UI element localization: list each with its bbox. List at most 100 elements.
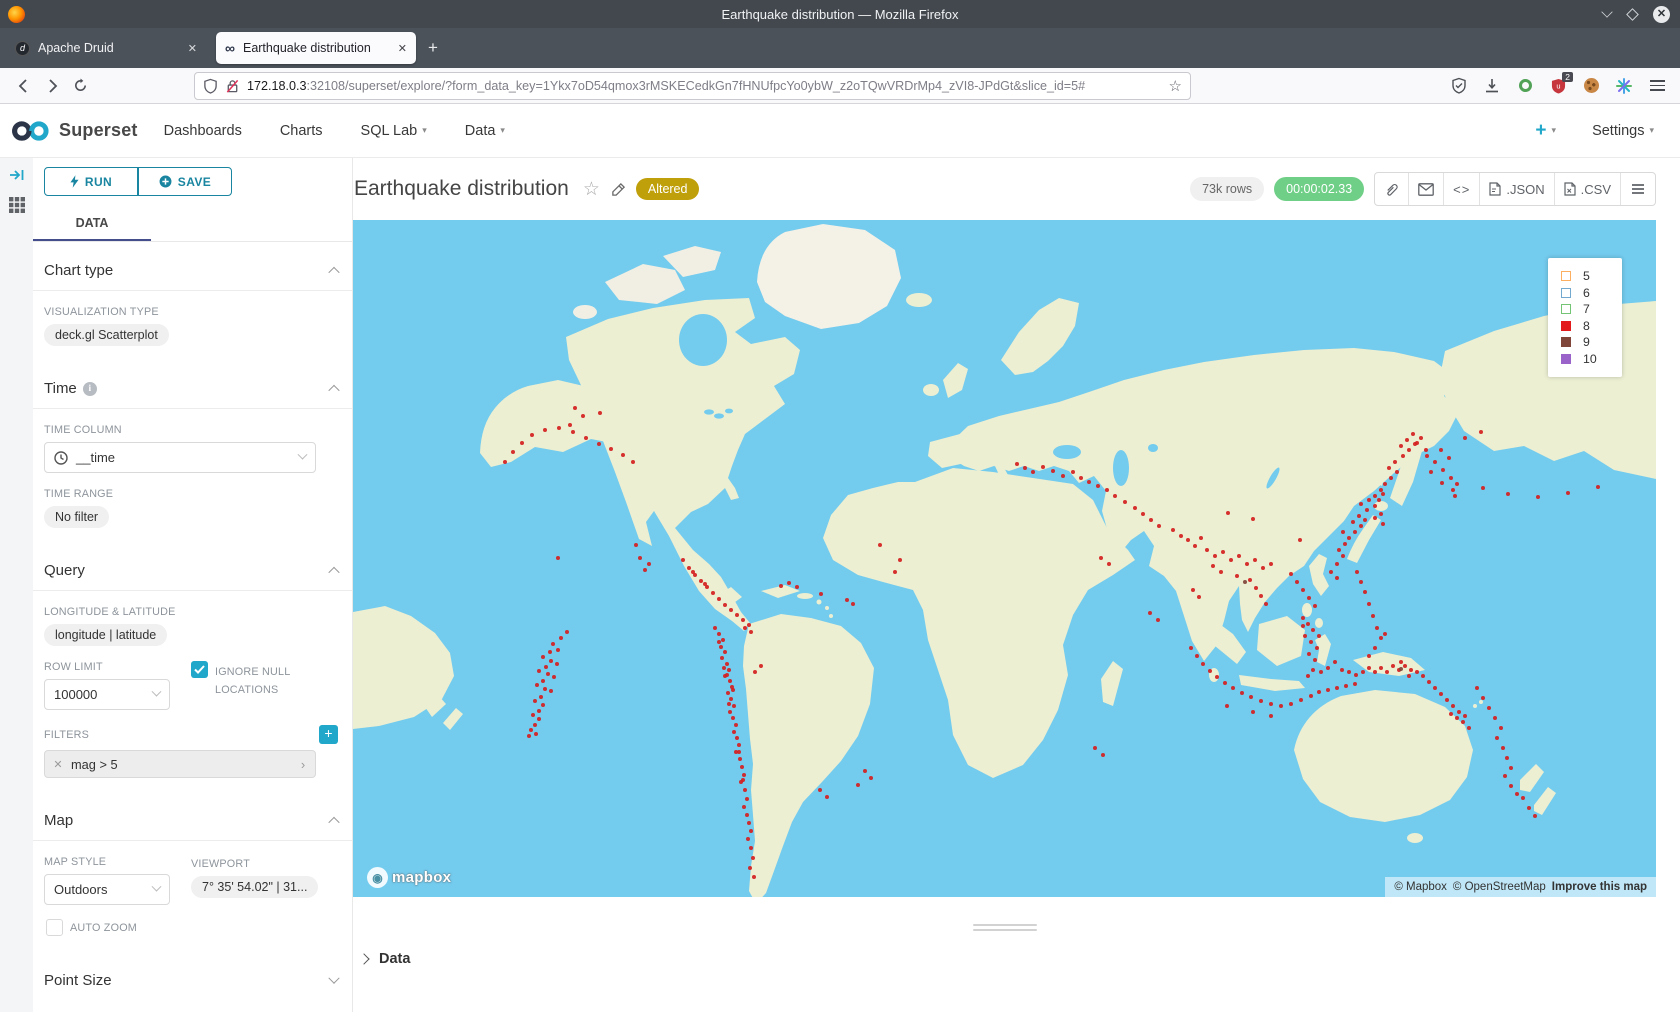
- tab-close-icon[interactable]: ✕: [398, 42, 407, 55]
- extension-badge: 2: [1562, 72, 1573, 82]
- deckgl-map[interactable]: 5 6 7 8 9 10 ◉ mapbox © Mapbox © OpenStr…: [353, 220, 1656, 897]
- section-map[interactable]: Map: [33, 792, 352, 841]
- reload-button[interactable]: [66, 72, 94, 100]
- lonlat-label: LONGITUDE & LATITUDE: [44, 606, 352, 618]
- nav-data[interactable]: Data▾: [465, 123, 505, 139]
- row-limit-select[interactable]: 100000: [44, 679, 170, 710]
- data-panel-header[interactable]: Data: [353, 951, 1656, 967]
- ignore-null-checkbox[interactable]: [191, 661, 208, 678]
- remove-filter-icon[interactable]: ✕: [45, 758, 71, 771]
- copy-link-button[interactable]: [1375, 173, 1409, 205]
- map-legend: 5 6 7 8 9 10: [1548, 258, 1622, 377]
- chevron-down-icon: [298, 450, 308, 460]
- chevron-right-icon[interactable]: ›: [291, 757, 315, 772]
- chevron-down-icon: [152, 882, 162, 892]
- tab-close-icon[interactable]: ✕: [188, 42, 197, 55]
- mapbox-pin-icon: ◉: [367, 867, 388, 888]
- cookie-icon[interactable]: [1582, 77, 1600, 95]
- filter-value: mag > 5: [71, 757, 291, 772]
- map-style-label: MAP STYLE: [44, 856, 191, 868]
- time-column-select[interactable]: __time: [44, 442, 316, 473]
- section-chart-type[interactable]: Chart type: [33, 242, 352, 291]
- tab-earthquake-distribution[interactable]: ∞ Earthquake distribution ✕: [216, 32, 416, 64]
- filters-label: FILTERS: [44, 729, 89, 741]
- email-button[interactable]: [1409, 173, 1444, 205]
- panel-resize-handle[interactable]: [973, 924, 1037, 934]
- legend-label: 7: [1583, 302, 1590, 316]
- section-time[interactable]: Timei: [33, 360, 352, 409]
- dataset-grid-icon[interactable]: [8, 196, 26, 214]
- ublock-shield-icon[interactable]: u 2: [1549, 77, 1567, 95]
- export-json-button[interactable]: .JSON: [1480, 173, 1554, 205]
- edit-pencil-icon[interactable]: [611, 182, 626, 197]
- legend-swatch: [1561, 337, 1571, 347]
- section-point-size[interactable]: Point Size: [33, 952, 352, 1000]
- time-range-value[interactable]: No filter: [44, 506, 109, 528]
- url-text: 172.18.0.3:32108/superset/explore/?form_…: [247, 79, 1162, 93]
- run-button[interactable]: RUN: [44, 167, 138, 196]
- expand-panel-icon[interactable]: [9, 168, 25, 182]
- window-close-icon[interactable]: ✕: [1653, 6, 1670, 23]
- legend-swatch: [1561, 304, 1571, 314]
- explore-control-panel: RUN SAVE DATA Chart type VISUALIZATION T…: [33, 158, 353, 1012]
- section-query[interactable]: Query: [33, 542, 352, 591]
- viewport-value[interactable]: 7° 35' 54.02" | 31...: [191, 876, 318, 898]
- world-map: [353, 220, 1656, 897]
- embed-code-button[interactable]: <>: [1444, 173, 1480, 205]
- druid-favicon-icon: d: [15, 41, 30, 56]
- legend-label: 8: [1583, 319, 1590, 333]
- chart-area: Earthquake distribution ☆ Altered 73k ro…: [353, 158, 1680, 1012]
- visualization-type-value[interactable]: deck.gl Scatterplot: [44, 324, 169, 346]
- mapbox-logo[interactable]: ◉ mapbox: [367, 867, 451, 888]
- pocket-shield-icon[interactable]: [1450, 77, 1468, 95]
- superset-logo[interactable]: Superset: [10, 118, 138, 144]
- nav-dashboards[interactable]: Dashboards: [164, 123, 242, 139]
- legend-swatch: [1561, 271, 1571, 281]
- settings-menu[interactable]: Settings▾: [1592, 123, 1654, 139]
- bookmark-star-icon[interactable]: ☆: [1169, 77, 1182, 95]
- download-icon[interactable]: [1483, 77, 1501, 95]
- forward-button[interactable]: [38, 72, 66, 100]
- extension-green-icon[interactable]: [1516, 77, 1534, 95]
- legend-label: 9: [1583, 335, 1590, 349]
- nav-sql-lab[interactable]: SQL Lab▾: [361, 123, 427, 139]
- lonlat-value[interactable]: longitude | latitude: [44, 624, 167, 646]
- attribution-osm[interactable]: © OpenStreetMap: [1453, 881, 1546, 893]
- add-new-button[interactable]: +▾: [1535, 121, 1556, 140]
- filter-chip[interactable]: ✕ mag > 5 ›: [44, 750, 316, 778]
- insecure-lock-icon[interactable]: [225, 78, 240, 94]
- chevron-down-icon: [152, 687, 162, 697]
- brand-name: Superset: [59, 120, 138, 141]
- tab-apache-druid[interactable]: d Apache Druid ✕: [6, 32, 206, 64]
- export-csv-button[interactable]: .CSV: [1555, 173, 1621, 205]
- url-bar[interactable]: 172.18.0.3:32108/superset/explore/?form_…: [194, 72, 1191, 100]
- add-filter-button[interactable]: +: [319, 725, 338, 744]
- more-options-icon[interactable]: [1621, 173, 1655, 205]
- new-tab-button[interactable]: +: [428, 38, 438, 58]
- sparkle-extension-icon[interactable]: [1615, 77, 1633, 95]
- legend-swatch: [1561, 321, 1571, 331]
- window-minimize-icon[interactable]: [1601, 6, 1612, 17]
- time-range-label: TIME RANGE: [44, 488, 352, 500]
- legend-swatch: [1561, 354, 1571, 364]
- chevron-up-icon: [328, 816, 339, 827]
- attribution-mapbox[interactable]: © Mapbox: [1394, 881, 1447, 893]
- back-button[interactable]: [10, 72, 38, 100]
- save-button[interactable]: SAVE: [138, 167, 232, 196]
- tab-data[interactable]: DATA: [33, 209, 151, 241]
- map-style-select[interactable]: Outdoors: [44, 874, 170, 905]
- menu-hamburger-icon[interactable]: [1648, 77, 1666, 95]
- favorite-star-icon[interactable]: ☆: [583, 178, 600, 201]
- window-maximize-icon[interactable]: [1626, 8, 1639, 21]
- attribution-improve-link[interactable]: Improve this map: [1552, 881, 1647, 893]
- chevron-up-icon: [328, 384, 339, 395]
- window-titlebar: Earthquake distribution — Mozilla Firefo…: [0, 0, 1680, 28]
- auto-zoom-checkbox[interactable]: [46, 919, 63, 936]
- legend-label: 6: [1583, 286, 1590, 300]
- nav-charts[interactable]: Charts: [280, 123, 323, 139]
- left-icon-rail: [0, 158, 33, 1012]
- altered-badge[interactable]: Altered: [636, 178, 700, 200]
- row-limit-label: ROW LIMIT: [44, 661, 191, 673]
- tracking-shield-icon[interactable]: [203, 78, 218, 94]
- chevron-up-icon: [328, 266, 339, 277]
